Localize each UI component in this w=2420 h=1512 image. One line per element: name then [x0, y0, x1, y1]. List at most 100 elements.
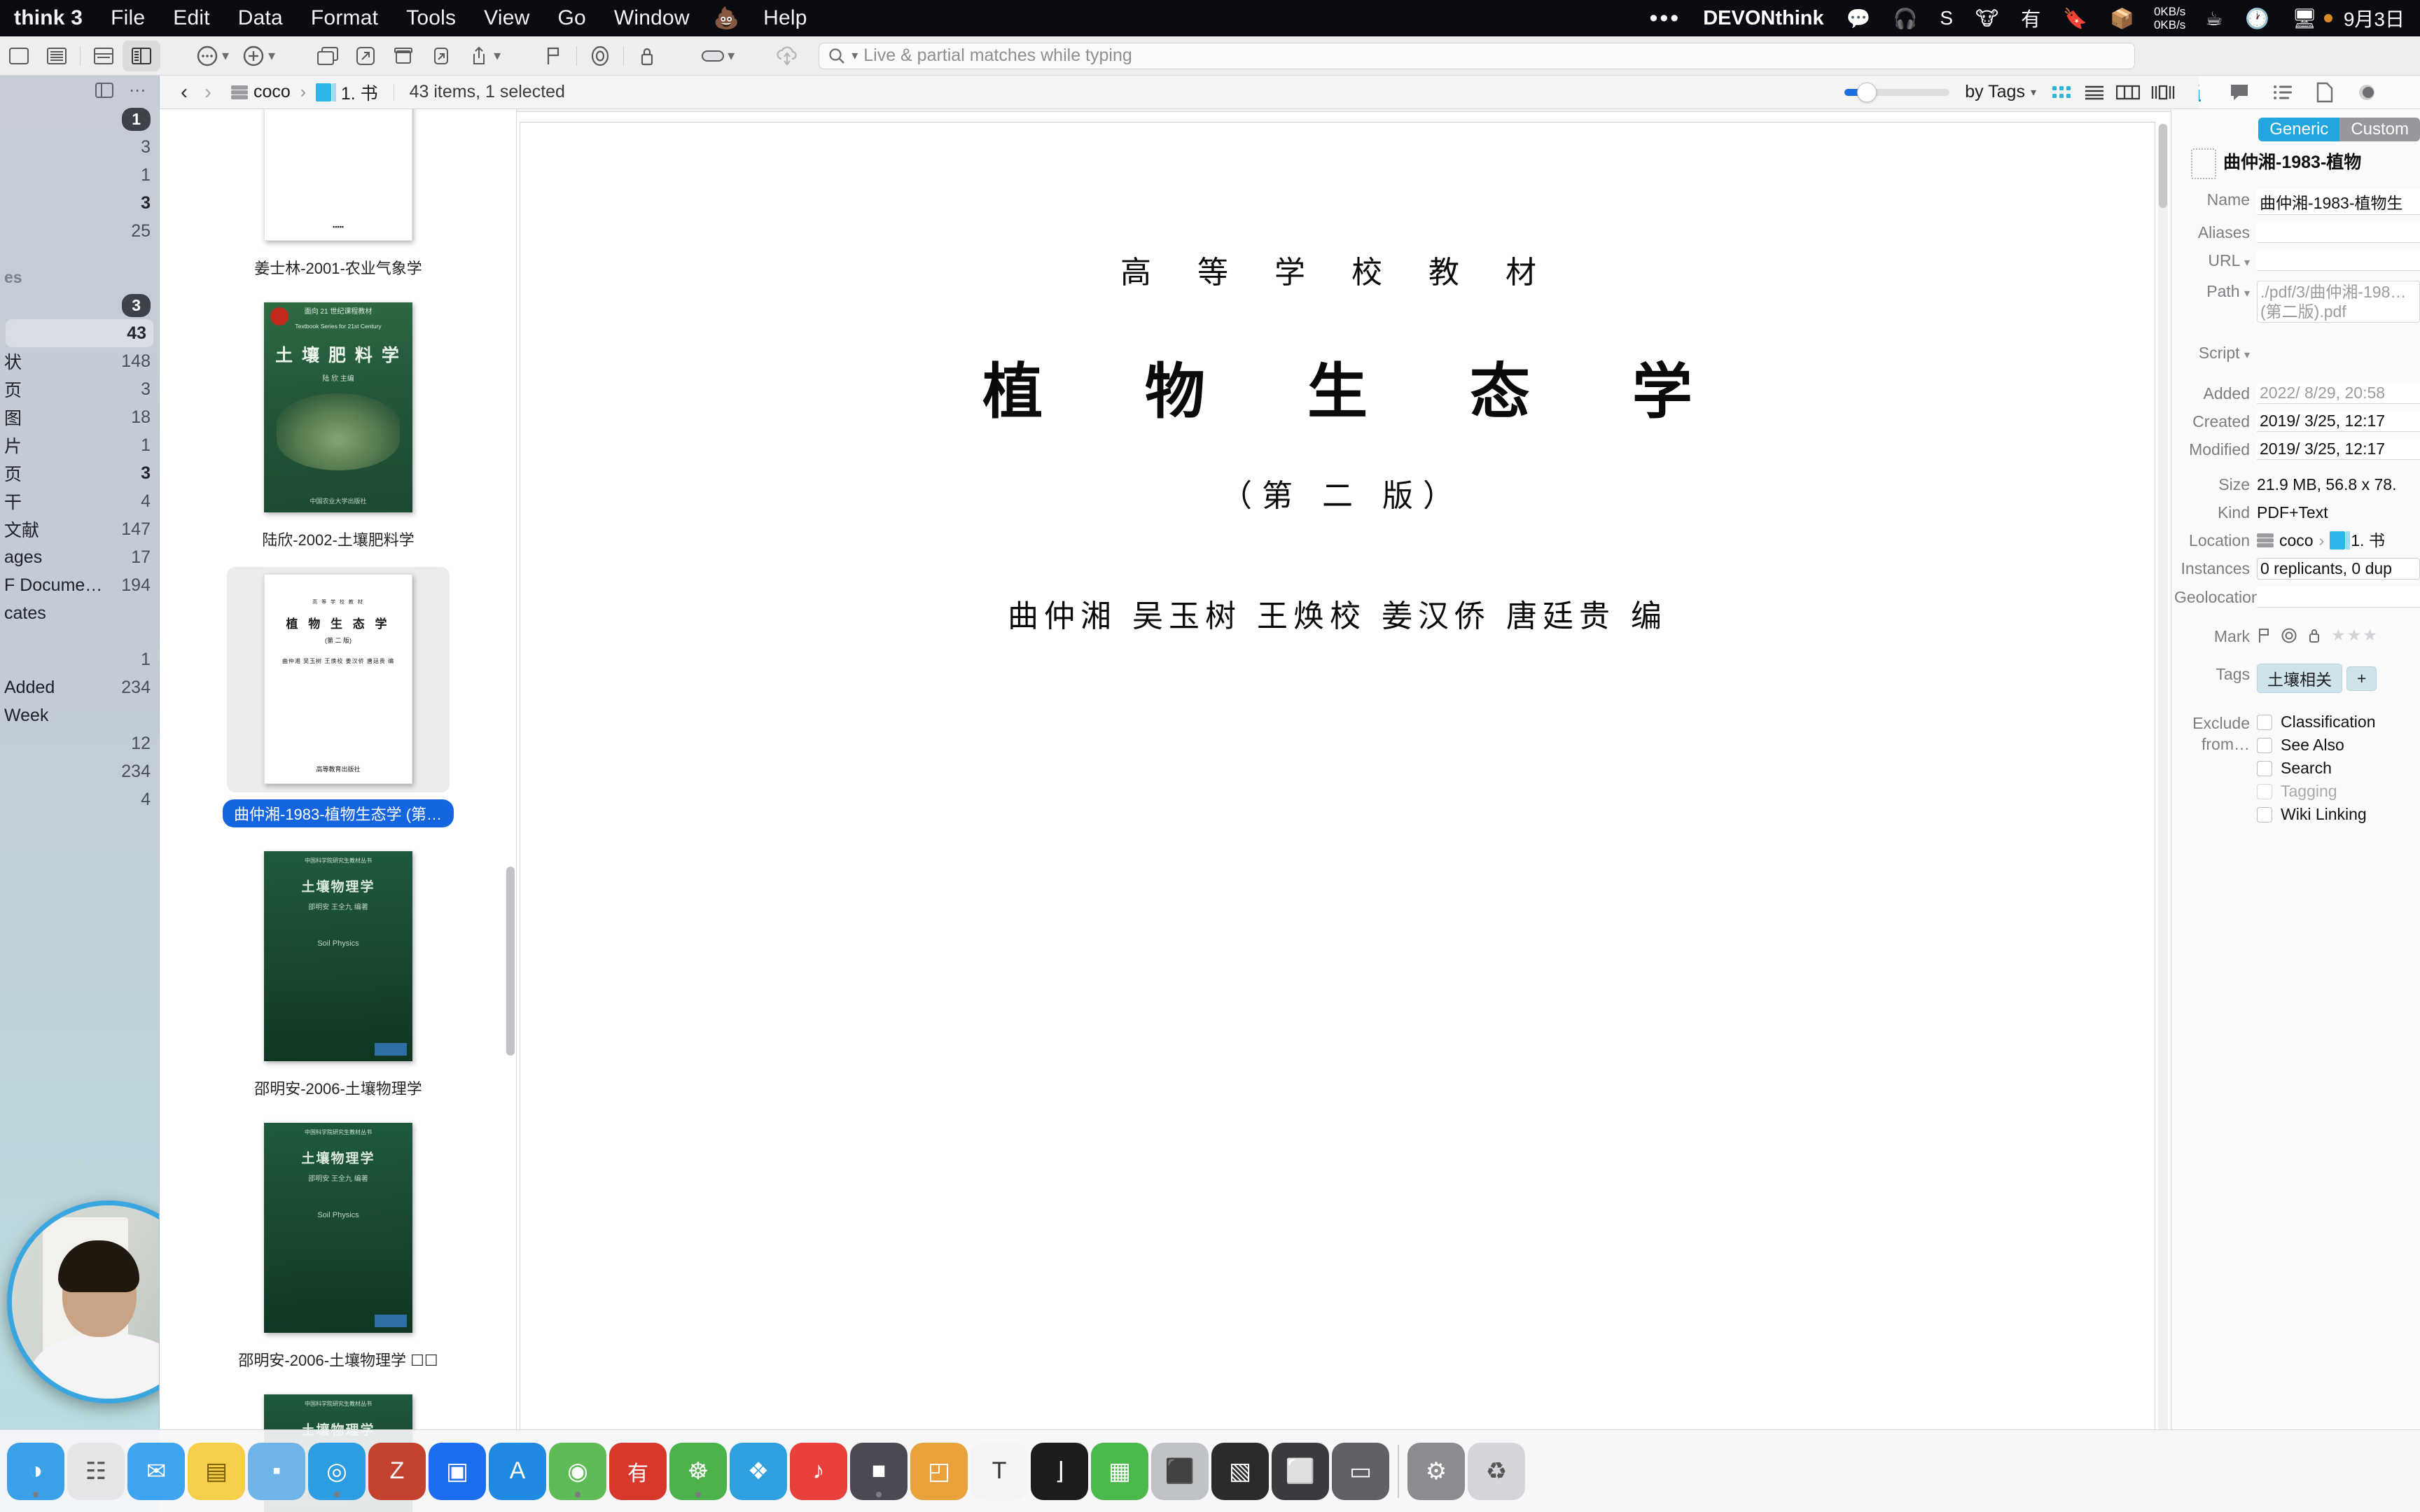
cloud-sync-icon[interactable]	[768, 41, 806, 71]
snipaste-icon[interactable]: S	[1928, 7, 1964, 29]
sidebar-item-4[interactable]: 25	[0, 217, 159, 245]
dock-item-music[interactable]: ♪	[790, 1442, 847, 1500]
menu-format[interactable]: Format	[297, 6, 392, 30]
sidebar-item-8[interactable]: 页 3	[0, 375, 159, 403]
display-icon[interactable]: 🖥	[2281, 7, 2328, 30]
files-icon[interactable]: ▭	[1332, 1442, 1389, 1500]
nav-back-button[interactable]: ‹	[172, 80, 196, 104]
list-item[interactable]: 中国科学院研究生教材丛书 土壤物理学 邵明安 王全九 编著 Soil Physi…	[160, 1105, 516, 1376]
menu-tools[interactable]: Tools	[392, 6, 470, 30]
add-item-icon[interactable]	[235, 41, 272, 71]
bookmark-icon[interactable]: 🔖	[2052, 7, 2099, 30]
add-item-chevron-down-icon[interactable]: ▾	[268, 47, 275, 64]
aliases-field[interactable]	[2257, 222, 2420, 243]
checkbox-icon[interactable]	[2257, 760, 2272, 776]
location-value[interactable]: coco › 1. 书	[2257, 530, 2385, 551]
pdf-scrollbar[interactable]	[2158, 123, 2168, 1467]
screenshot-icon[interactable]: ⬜	[1272, 1442, 1329, 1500]
texteditor-icon[interactable]: T	[971, 1442, 1028, 1500]
sidebar-item-15[interactable]: F Docume… 194	[0, 571, 159, 599]
sidebar-smart-item-3[interactable]: 12	[0, 729, 159, 757]
dock-item-sublime[interactable]: ◰	[910, 1442, 968, 1500]
view-mode-list[interactable]	[2084, 84, 2105, 101]
search-field[interactable]: ▾ Live & partial matches while typing	[819, 42, 2136, 69]
dock-item-safari[interactable]: ◎	[308, 1442, 366, 1500]
dock-item-youdao[interactable]: 有	[609, 1442, 667, 1500]
dock-item-finder[interactable]: ◑	[7, 1442, 64, 1500]
status-overflow-icon[interactable]: •••	[1638, 5, 1692, 32]
flag-icon[interactable]	[534, 41, 572, 71]
youdao-icon[interactable]: 有	[2010, 4, 2052, 32]
dock-item-appstore[interactable]: A	[489, 1442, 546, 1500]
list-item-selected[interactable]: 高 等 学 校 教 材 植 物 生 态 学 (第 二 版) 曲仲湘 吴玉树 王焕…	[160, 556, 516, 881]
checkbox-see-also[interactable]: See Also	[2257, 736, 2376, 755]
trash-icon[interactable]: ♻	[1468, 1442, 1525, 1500]
folder-icon[interactable]: ▪	[248, 1442, 305, 1500]
breadcrumb[interactable]: coco › 1. 书	[231, 80, 378, 105]
dock-item-meeting[interactable]: ▣	[429, 1442, 486, 1500]
appstore-icon[interactable]: A	[489, 1442, 546, 1500]
headphones-icon[interactable]: 🎧	[1882, 7, 1928, 30]
sidebar-item-books-selected[interactable]: 43	[6, 319, 153, 347]
thumbnail-box[interactable]: 中国科学院研究生教材丛书 土壤物理学 邵明安 王全九 编著 Soil Physi…	[227, 1116, 450, 1341]
instances-field[interactable]: 0 replicants, 0 dup	[2257, 558, 2420, 580]
menu-app-name[interactable]: think 3	[0, 6, 97, 30]
dock-item-zotero[interactable]: Z	[368, 1442, 426, 1500]
thumbnail-box[interactable]: 中国科学院研究生教材丛书 土壤物理学 邵明安 王全九 编著 Soil Physi…	[227, 844, 450, 1070]
sidebar-item-14[interactable]: ages 17	[0, 543, 159, 571]
menu-bar-clock[interactable]: 9月3日	[2332, 4, 2416, 32]
menu-view[interactable]: View	[470, 6, 543, 30]
rating-stars[interactable]: ★★★	[2331, 626, 2379, 645]
preview-icon[interactable]: ⬛	[1151, 1442, 1209, 1500]
network-speed-indicator[interactable]: 0KB/s 0KB/s	[2146, 5, 2194, 31]
path-field[interactable]: ./pdf/3/曲仲湘-198… (第二版).pdf	[2257, 281, 2420, 323]
sidebar-smart-item-this-week[interactable]: Week	[0, 701, 159, 729]
location-database[interactable]: coco	[2279, 530, 2314, 551]
created-field[interactable]: 2019/ 3/25, 12:17	[2257, 411, 2420, 432]
nav-forward-button[interactable]: ›	[196, 80, 220, 104]
breadcrumb-database[interactable]: coco	[253, 82, 291, 102]
wechat-icon[interactable]: 💬	[1835, 7, 1882, 30]
launchpad-icon[interactable]: ☷	[67, 1442, 125, 1500]
zotero-icon[interactable]: Z	[368, 1442, 426, 1500]
sidebar-item-5[interactable]: 3	[0, 291, 159, 319]
checkbox-wiki-linking[interactable]: Wiki Linking	[2257, 805, 2376, 824]
url-field[interactable]	[2257, 250, 2420, 271]
archive-icon[interactable]	[384, 41, 422, 71]
menu-window[interactable]: Window	[600, 6, 704, 30]
thumbnail-size-slider[interactable]	[1844, 82, 1950, 102]
pdf-canvas[interactable]: 高 等 学 校 教 材 植 物 生 态 学 （第 二 版） 曲仲湘 吴玉树 王焕…	[517, 112, 2171, 1512]
sort-dropdown[interactable]: by Tags ▾	[1965, 82, 2036, 102]
numbers-icon[interactable]: ▦	[1091, 1442, 1148, 1500]
dock-item-notes[interactable]: ▤	[188, 1442, 245, 1500]
sidebar-collapse-icon[interactable]	[95, 83, 113, 98]
item-thumbnail-list[interactable]: ── 农业气象学 ▪▪▪▪ ▪▪▪▪▪ 姜士林-2001-农业气象学 面向 21…	[160, 76, 517, 1512]
list-item[interactable]: 面向 21 世纪课程教材 Textbook Series for 21st Ce…	[160, 284, 516, 556]
open-externally-icon[interactable]	[347, 41, 384, 71]
checkbox-icon[interactable]	[2257, 806, 2272, 822]
dock-item-mail[interactable]: ✉	[127, 1442, 185, 1500]
segment-generic[interactable]: Generic	[2258, 118, 2340, 141]
location-group[interactable]: 1. 书	[2351, 530, 2385, 551]
unread-icon[interactable]	[2281, 627, 2297, 644]
share-chevron-down-icon[interactable]: ▾	[494, 47, 501, 64]
sidebar-smart-item-4[interactable]: 234	[0, 757, 159, 785]
dock-item-screenshot[interactable]: ⬜	[1272, 1442, 1329, 1500]
dock-item-trash[interactable]: ♻	[1468, 1442, 1525, 1500]
dock-item-wechat[interactable]: ☸	[669, 1442, 727, 1500]
unread-icon[interactable]	[581, 41, 619, 71]
tag-icon[interactable]	[694, 41, 732, 71]
menu-go[interactable]: Go	[543, 6, 599, 30]
dock-item-texteditor[interactable]: T	[971, 1442, 1028, 1500]
coffee-icon[interactable]: ☕	[2194, 7, 2234, 30]
sidebar-item-1[interactable]: 3	[0, 133, 159, 161]
duplicate-window-icon[interactable]	[309, 41, 347, 71]
tab-document[interactable]	[2316, 82, 2334, 103]
list-item[interactable]: 中国科学院研究生教材丛书 土壤物理学 邵明安 王全九 编著 Soil Physi…	[160, 833, 516, 1105]
thumbnail-box-selected[interactable]: 高 等 学 校 教 材 植 物 生 态 学 (第 二 版) 曲仲湘 吴玉树 王焕…	[227, 567, 450, 792]
flag-icon[interactable]	[2257, 627, 2271, 644]
sidebar-smart-item-0[interactable]: 1	[0, 645, 159, 673]
url-chevron-down-icon[interactable]: ▾	[2244, 257, 2250, 269]
dock-item-numbers[interactable]: ▦	[1091, 1442, 1148, 1500]
view-mode-icon-grid[interactable]	[2052, 84, 2073, 101]
